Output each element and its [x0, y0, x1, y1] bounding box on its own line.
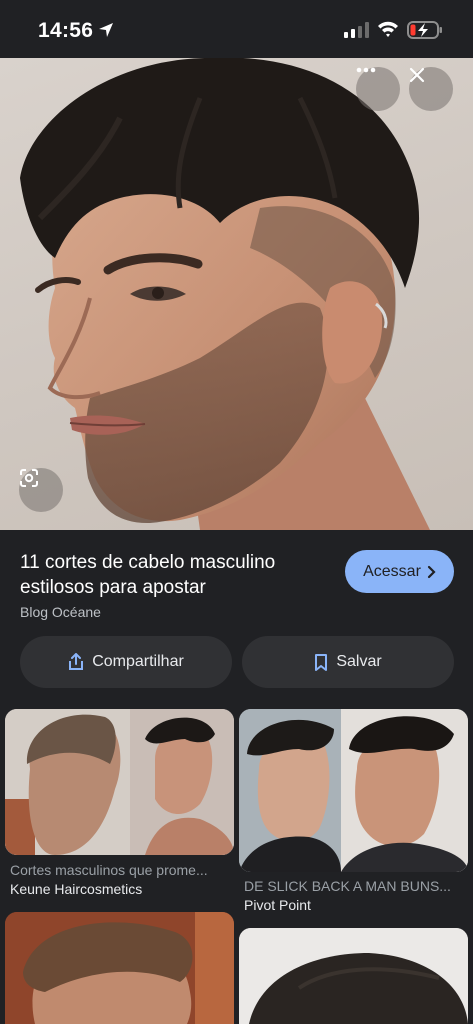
result-info: 11 cortes de cabelo masculino estilosos …: [0, 530, 473, 700]
result-title[interactable]: 11 cortes de cabelo masculino estilosos …: [20, 550, 330, 600]
visit-label: Acessar: [363, 562, 421, 580]
related-image-3[interactable]: [5, 912, 234, 1024]
haircut-photo: [20, 58, 430, 530]
related-caption-1: Cortes masculinos que prome...: [10, 862, 208, 878]
related-photo-3: [5, 912, 234, 1024]
close-icon: [409, 67, 425, 83]
more-options-button[interactable]: [356, 67, 400, 111]
share-icon: [69, 653, 84, 670]
related-photo-1: [5, 709, 234, 855]
status-bar: 14:56: [0, 0, 473, 58]
related-source-1: Keune Haircosmetics: [10, 881, 143, 897]
share-label: Compartilhar: [92, 653, 184, 670]
related-image-4[interactable]: [239, 928, 468, 1024]
status-time: 14:56: [38, 19, 94, 42]
wifi-icon: [378, 21, 398, 37]
save-label: Salvar: [336, 653, 382, 670]
related-image-1[interactable]: [5, 709, 234, 855]
save-button[interactable]: Salvar: [242, 636, 454, 688]
related-photo-4: [239, 928, 468, 1024]
main-image[interactable]: [0, 58, 473, 530]
visit-button[interactable]: Acessar: [345, 550, 454, 593]
close-button[interactable]: [409, 67, 453, 111]
more-dots-icon: [356, 67, 376, 73]
cellular-signal-icon: [344, 22, 369, 38]
chevron-right-icon: [427, 565, 436, 578]
lens-search-button[interactable]: [19, 468, 63, 512]
battery-charging-icon: [407, 21, 442, 39]
bookmark-icon: [315, 653, 328, 671]
location-arrow-icon: [99, 23, 113, 37]
related-source-2: Pivot Point: [244, 897, 311, 913]
related-image-2[interactable]: [239, 709, 468, 872]
result-source: Blog Océane: [20, 604, 101, 620]
lens-icon: [20, 469, 38, 487]
related-photo-2: [239, 709, 468, 872]
related-caption-2: DE SLICK BACK A MAN BUNS...: [244, 878, 451, 894]
share-button[interactable]: Compartilhar: [20, 636, 232, 688]
